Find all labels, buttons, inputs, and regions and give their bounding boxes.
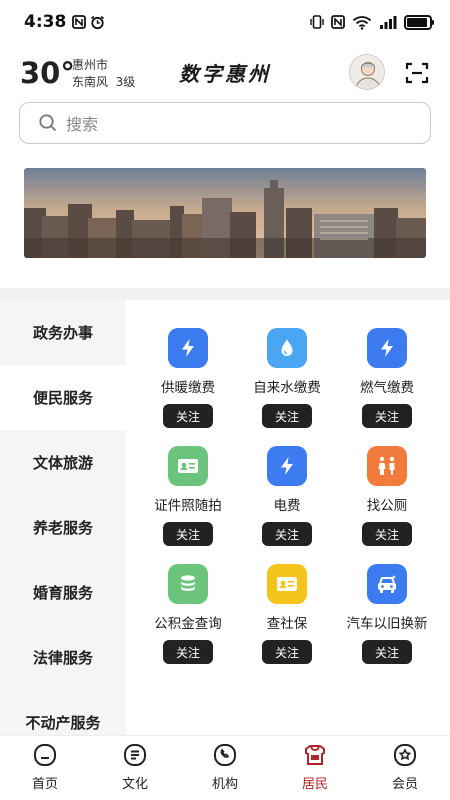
follow-button[interactable]: 关注 [362,522,412,546]
nfc-icon [72,14,87,29]
follow-button[interactable]: 关注 [163,522,213,546]
signal-icon [380,16,397,29]
scan-icon[interactable] [404,60,430,86]
service-grid: 供暖缴费 关注 自来水缴费 关注 燃气缴费 关注 证件照随拍 关注 电费 关注 … [126,300,450,735]
follow-button[interactable]: 关注 [262,640,312,664]
section-divider [0,288,450,300]
wifi-icon [352,15,372,30]
tab-label: 居民 [301,777,328,792]
service-item[interactable]: 公积金查询 关注 [133,564,243,664]
search-placeholder: 搜索 [66,115,99,134]
category-sidebar: 政务办事 便民服务 文体旅游 养老服务 婚育服务 法律服务 不动产服务 [0,300,126,735]
service-label: 查社保 [266,616,308,632]
city-skyline-image [24,168,426,258]
service-label: 证件照随拍 [154,498,222,514]
tab-label: 首页 [31,777,58,792]
follow-button[interactable]: 关注 [362,640,412,664]
tab-label: 文化 [121,777,148,792]
city-banner[interactable] [24,168,426,258]
vibrate-icon [310,15,324,29]
service-item[interactable]: 证件照随拍 关注 [133,446,243,546]
id-card-icon [168,446,208,486]
tab-home[interactable]: 首页 [0,736,90,800]
follow-button[interactable]: 关注 [262,522,312,546]
culture-icon [124,744,146,766]
resident-icon [305,745,325,765]
car-icon [367,564,407,604]
tab-culture[interactable]: 文化 [90,736,180,800]
category-item[interactable]: 养老服务 [0,495,126,560]
service-item[interactable]: 电费 关注 [232,446,342,546]
service-label: 找公厕 [366,498,408,514]
avatar[interactable] [349,54,385,90]
tab-institution[interactable]: 机构 [180,736,270,800]
category-item[interactable]: 婚育服务 [0,560,126,625]
battery-icon [404,14,434,30]
tab-member[interactable]: 会员 [360,736,450,800]
service-label: 供暖缴费 [161,380,215,396]
lightning-icon [168,328,208,368]
service-item[interactable]: 燃气缴费 关注 [332,328,442,428]
follow-button[interactable]: 关注 [262,404,312,428]
follow-button[interactable]: 关注 [163,640,213,664]
home-icon [34,744,56,766]
category-item[interactable]: 政务办事 [0,300,126,365]
lightning-icon [367,328,407,368]
restroom-icon [367,446,407,486]
follow-button[interactable]: 关注 [163,404,213,428]
nfc-icon [331,15,345,29]
member-icon [394,744,416,766]
lightning-icon [267,446,307,486]
search-input[interactable]: 搜索 [19,102,431,144]
service-item[interactable]: 查社保 关注 [232,564,342,664]
bottom-tab-bar: 首页 文化 机构 居民 会员 [0,735,450,800]
category-item[interactable]: 文体旅游 [0,430,126,495]
service-label: 电费 [273,498,301,514]
service-label: 自来水缴费 [253,380,321,396]
service-label: 燃气缴费 [360,380,414,396]
tab-label: 会员 [391,777,418,792]
service-item[interactable]: 找公厕 关注 [332,446,442,546]
header: 30° 惠州市 东南风 3级 数字惠州 [0,48,450,98]
alarm-icon [91,15,105,29]
service-label: 汽车以旧换新 [346,616,428,632]
follow-button[interactable]: 关注 [362,404,412,428]
tab-resident[interactable]: 居民 [270,736,360,800]
category-item[interactable]: 法律服务 [0,625,126,690]
service-item[interactable]: 汽车以旧换新 关注 [332,564,442,664]
tab-label: 机构 [211,777,238,792]
search-icon [39,114,57,132]
water-drop-icon [267,328,307,368]
institution-icon [214,744,236,766]
service-label: 公积金查询 [154,616,222,632]
status-time: 4:38 [24,12,67,32]
service-item[interactable]: 供暖缴费 关注 [133,328,243,428]
category-item[interactable]: 不动产服务 [0,690,126,735]
id-card-icon [267,564,307,604]
coin-stack-icon [168,564,208,604]
service-item[interactable]: 自来水缴费 关注 [232,328,342,428]
category-item-active[interactable]: 便民服务 [0,365,126,430]
status-bar: 4:38 [0,0,450,44]
